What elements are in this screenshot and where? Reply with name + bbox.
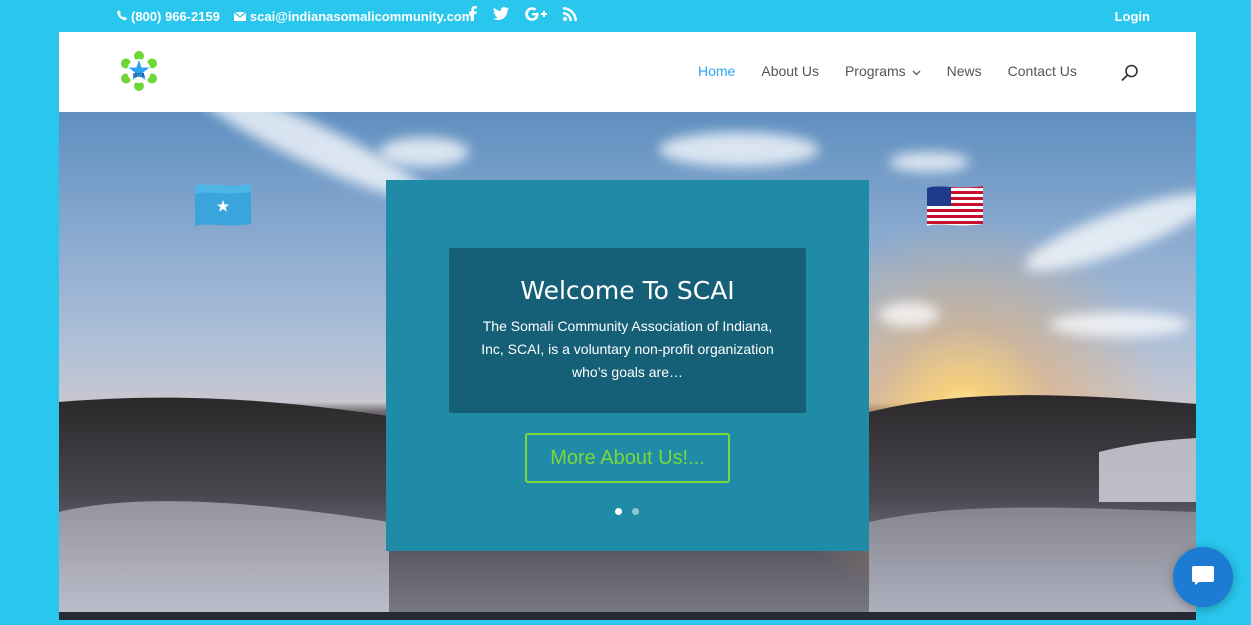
rss-icon[interactable] — [563, 6, 577, 25]
contact-info: (800) 966-2159 scai@indianasomalicommuni… — [117, 9, 473, 24]
phone-number: (800) 966-2159 — [131, 9, 220, 24]
top-bar: (800) 966-2159 scai@indianasomalicommuni… — [59, 0, 1196, 32]
nav-programs[interactable]: Programs — [845, 63, 921, 79]
cloud — [1049, 312, 1189, 337]
slide-pagination — [615, 508, 639, 515]
nav-home[interactable]: Home — [698, 63, 735, 79]
phone-item[interactable]: (800) 966-2159 — [117, 9, 220, 24]
phone-icon — [117, 9, 127, 24]
nav-programs-label: Programs — [844, 63, 906, 79]
slide-content-box: Welcome To SCAI The Somali Community Ass… — [449, 248, 806, 413]
hero-slide: Welcome To SCAI The Somali Community Ass… — [386, 180, 869, 551]
us-flag-image — [925, 184, 985, 228]
nav-news[interactable]: News — [947, 63, 982, 79]
cloud — [879, 302, 939, 327]
page: (800) 966-2159 scai@indianasomalicommuni… — [59, 0, 1196, 625]
envelope-icon — [233, 9, 247, 24]
hero-section: Welcome To SCAI The Somali Community Ass… — [59, 112, 1196, 620]
slide-dot-1[interactable] — [615, 508, 622, 515]
google-plus-icon[interactable] — [525, 6, 547, 25]
facebook-icon[interactable] — [469, 6, 477, 25]
chat-button[interactable] — [1173, 547, 1233, 607]
chat-bubble-icon — [1191, 564, 1215, 591]
twitter-icon[interactable] — [493, 7, 509, 24]
login-link[interactable]: Login — [1115, 9, 1150, 24]
cloud — [379, 137, 469, 167]
chevron-down-icon — [912, 63, 921, 79]
email-item[interactable]: scai@indianasomalicommunity.com — [233, 9, 474, 24]
cloud — [1018, 179, 1196, 285]
email-address: scai@indianasomalicommunity.com — [249, 9, 474, 24]
slide-dot-2[interactable] — [632, 508, 639, 515]
more-about-us-button[interactable]: More About Us!... — [525, 433, 730, 483]
nav-contact-us[interactable]: Contact Us — [1008, 63, 1077, 79]
slide-description: The Somali Community Association of Indi… — [481, 318, 774, 380]
social-links — [469, 6, 577, 25]
nav-about-us[interactable]: About Us — [761, 63, 819, 79]
cloud — [889, 152, 969, 172]
slide-title: Welcome To SCAI — [520, 276, 735, 305]
site-logo[interactable]: ISCA — [119, 51, 159, 91]
main-header: ISCA Home About Us Programs News Contact… — [59, 32, 1196, 112]
logo-text: ISCA — [133, 73, 145, 79]
main-nav: Home About Us Programs News Contact Us — [698, 63, 1077, 79]
hero-bottom-bar — [59, 612, 1196, 620]
somali-flag-image — [193, 182, 253, 228]
cloud — [659, 132, 819, 167]
search-icon[interactable] — [1121, 64, 1139, 82]
